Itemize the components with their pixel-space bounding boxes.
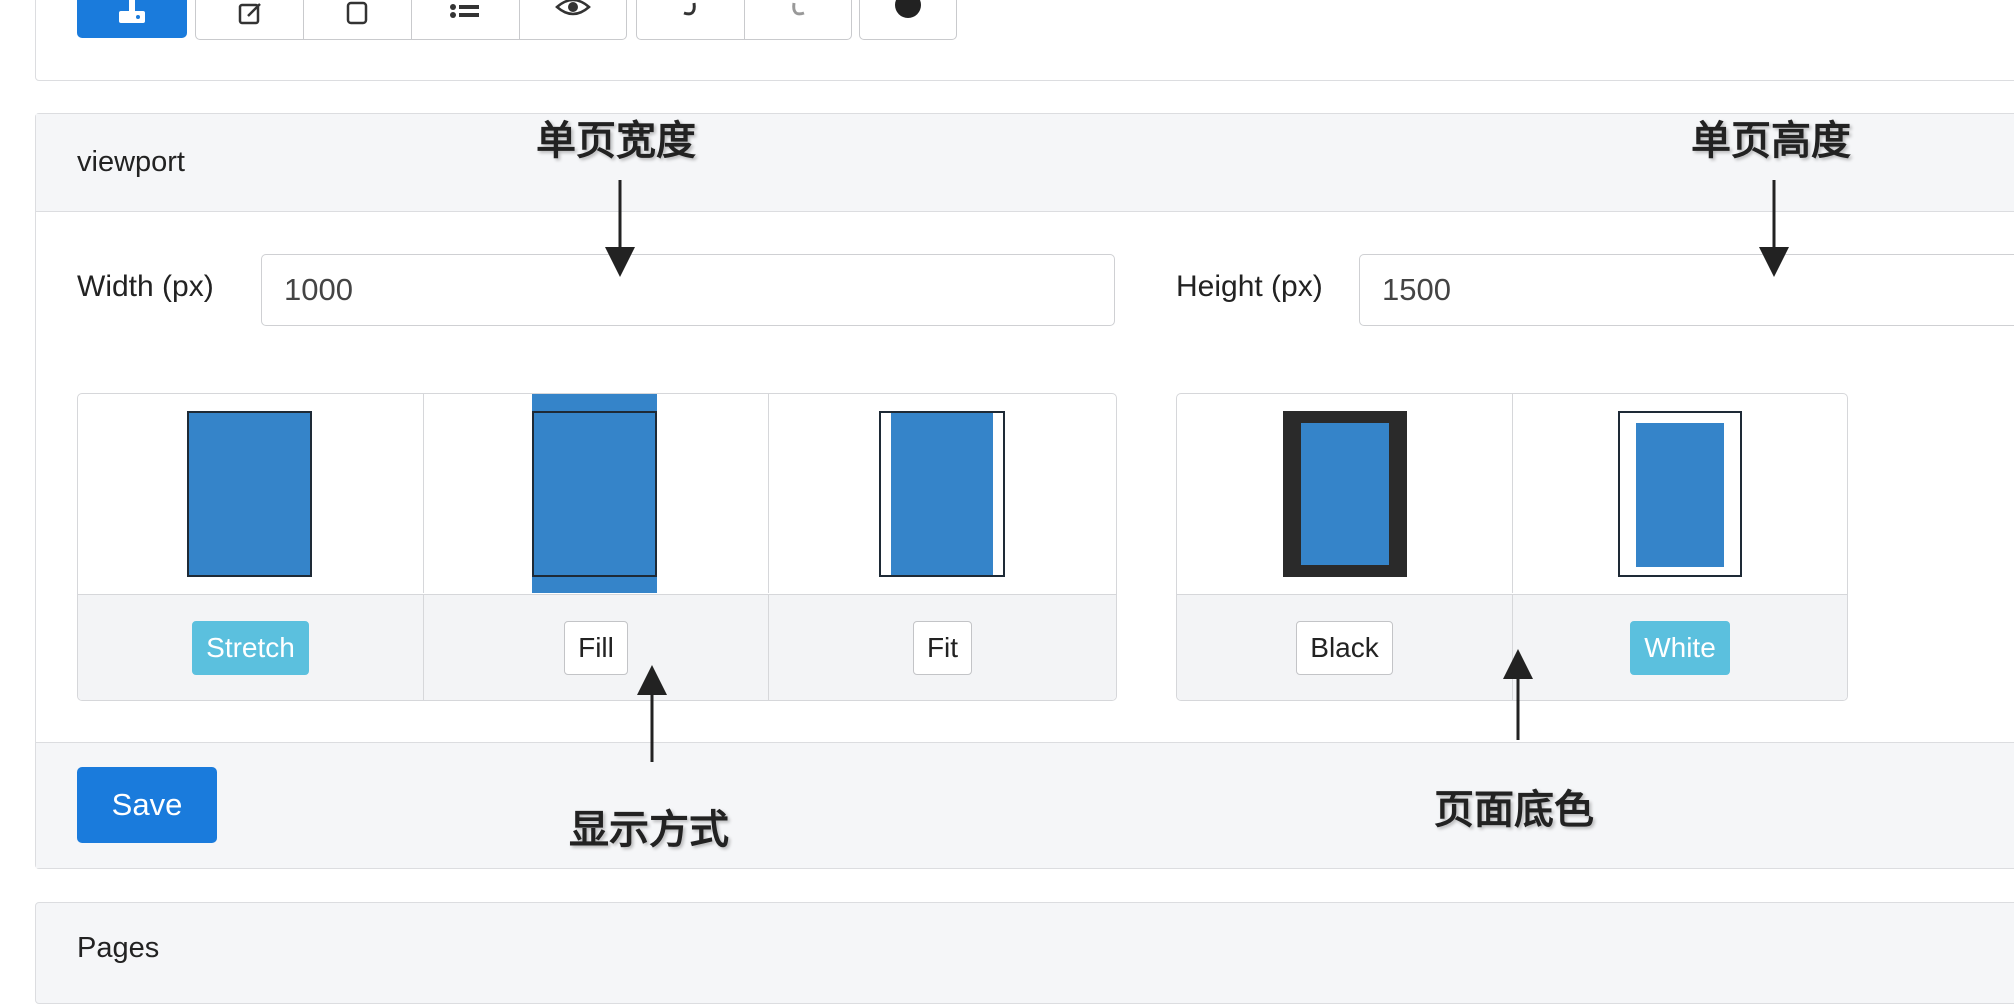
annotation-arrows <box>605 180 1789 762</box>
